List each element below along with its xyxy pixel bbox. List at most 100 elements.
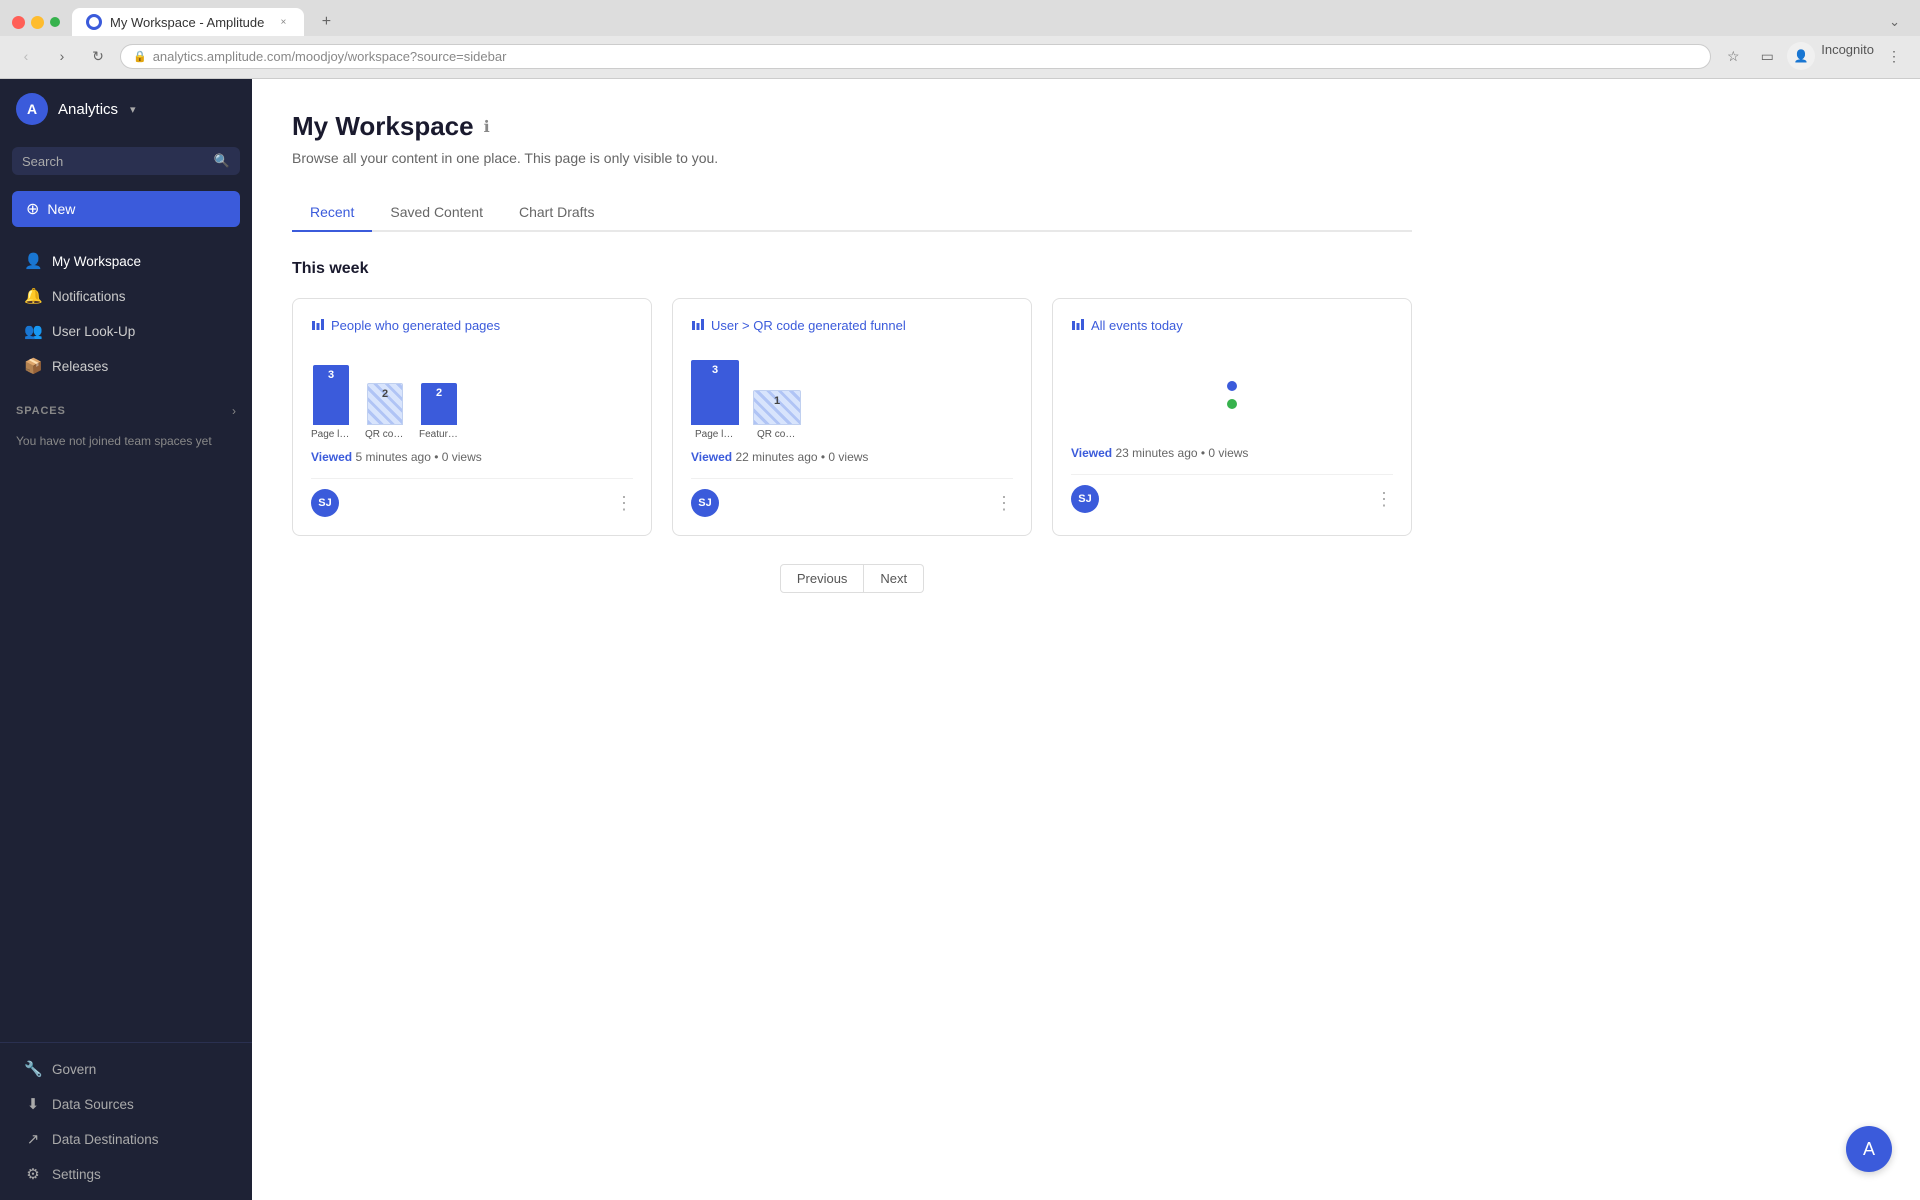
card1-more-button[interactable]: ⋮ [615,494,633,512]
spaces-label: SPACES [16,405,66,417]
card2-chart: 3 Page loaded 1 QR code generat... [691,350,1013,440]
card-qr-funnel[interactable]: User > QR code generated funnel 3 Page l… [672,298,1032,536]
card2-bar-2: 1 [753,390,801,425]
previous-button[interactable]: Previous [780,564,865,593]
sidebar-item-settings[interactable]: ⚙ Settings [8,1157,244,1191]
sidebar-app-name: Analytics [58,101,118,118]
bar-group-1: 3 Page load... [311,365,351,440]
tab-favicon [86,14,102,30]
settings-icon: ⚙ [24,1165,42,1183]
minimize-dot[interactable] [31,16,44,29]
page-title: My Workspace [292,111,474,142]
sidebar: A Analytics ▾ Search 🔍 ⊕ New 👤 My Worksp… [0,79,252,1200]
sidebar-header[interactable]: A Analytics ▾ [0,79,252,139]
sidebar-item-my-workspace[interactable]: 👤 My Workspace [8,244,244,278]
card2-bar-group-2: 1 QR code generat... [753,390,801,440]
floating-help-button[interactable]: A [1846,1126,1892,1172]
bookmark-button[interactable]: ☆ [1719,42,1747,70]
card3-more-button[interactable]: ⋮ [1375,490,1393,508]
plus-icon: ⊕ [26,199,39,219]
sidebar-item-notifications[interactable]: 🔔 Notifications [8,279,244,313]
menu-button[interactable]: ⋮ [1880,42,1908,70]
sidebar-logo: A [16,93,48,125]
new-button-label: New [47,201,75,217]
sidebar-item-govern-label: Govern [52,1062,96,1077]
info-icon[interactable]: ℹ [484,117,490,137]
page-subtitle: Browse all your content in one place. Th… [292,150,1412,166]
bar-group-3: 2 Feature p... [419,383,459,440]
reload-button[interactable]: ↻ [84,42,112,70]
spaces-expand-icon[interactable]: › [232,404,236,418]
browser-nav: ‹ › ↻ 🔒 analytics.amplitude.com/moodjoy/… [0,36,1920,78]
data-sources-icon: ⬇ [24,1095,42,1113]
sidebar-search-label: Search [22,154,206,169]
main-content: My Workspace ℹ Browse all your content i… [252,79,1920,1200]
dot-green-1 [1227,399,1237,409]
nav-actions: ☆ ▭ 👤 Incognito ⋮ [1719,42,1908,70]
card3-footer: SJ ⋮ [1071,474,1393,513]
profile-button[interactable]: 👤 [1787,42,1815,70]
forward-button[interactable]: › [48,42,76,70]
card1-avatar: SJ [311,489,339,517]
new-button[interactable]: ⊕ New [12,191,240,227]
card2-bar-1: 3 [691,360,739,425]
bar-label-3: Feature p... [419,429,459,440]
sidebar-item-user-lookup[interactable]: 👥 User Look-Up [8,314,244,348]
tab-close-button[interactable]: × [276,15,290,29]
tab-recent[interactable]: Recent [292,194,372,232]
card1-viewed: Viewed 5 minutes ago • 0 views [311,450,633,464]
card2-title: User > QR code generated funnel [691,317,1013,334]
bar-3: 2 [421,383,457,425]
card-people-generated-pages[interactable]: People who generated pages 3 Page load..… [292,298,652,536]
maximize-dot[interactable] [50,17,60,27]
tabs-row: Recent Saved Content Chart Drafts [292,194,1412,232]
search-icon: 🔍 [214,153,230,169]
lock-icon: 🔒 [133,50,147,63]
card3-chart [1071,350,1393,440]
sidebar-item-data-destinations[interactable]: ↗ Data Destinations [8,1122,244,1156]
card-all-events[interactable]: All events today Viewed 23 minutes ago •… [1052,298,1412,536]
bar-2: 2 [367,383,403,425]
card3-viewed: Viewed 23 minutes ago • 0 views [1071,446,1393,460]
sidebar-chevron-icon: ▾ [130,103,136,116]
card3-title: All events today [1071,317,1393,334]
sidebar-item-data-sources[interactable]: ⬇ Data Sources [8,1087,244,1121]
app-layout: A Analytics ▾ Search 🔍 ⊕ New 👤 My Worksp… [0,79,1920,1200]
data-destinations-icon: ↗ [24,1130,42,1148]
pagination: Previous Next [292,564,1412,593]
card2-avatar: SJ [691,489,719,517]
tab-title: My Workspace - Amplitude [110,15,264,30]
browser-titlebar: My Workspace - Amplitude × + ⌄ [0,0,1920,36]
chart-icon-2 [691,317,705,334]
releases-icon: 📦 [24,357,42,375]
browser-tab[interactable]: My Workspace - Amplitude × [72,8,304,36]
new-tab-button[interactable]: + [312,8,340,36]
card1-chart: 3 Page load... 2 QR code g... [311,350,633,440]
sidebar-item-releases-label: Releases [52,359,108,374]
dots-group [1227,381,1237,409]
next-button[interactable]: Next [864,564,924,593]
sidebar-bottom: 🔧 Govern ⬇ Data Sources ↗ Data Destinati… [0,1042,252,1200]
close-dot[interactable] [12,16,25,29]
user-lookup-icon: 👥 [24,322,42,340]
card3-avatar: SJ [1071,485,1099,513]
tab-saved-content[interactable]: Saved Content [372,194,501,232]
sidebar-search[interactable]: Search 🔍 [12,147,240,175]
person-icon: 👤 [24,252,42,270]
sidebar-item-data-sources-label: Data Sources [52,1097,134,1112]
chart-icon-3 [1071,317,1085,334]
sidebar-item-govern[interactable]: 🔧 Govern [8,1052,244,1086]
chart-icon-1 [311,317,325,334]
address-bar[interactable]: 🔒 analytics.amplitude.com/moodjoy/worksp… [120,44,1711,69]
page-title-row: My Workspace ℹ [292,111,1412,142]
back-button[interactable]: ‹ [12,42,40,70]
sidebar-item-my-workspace-label: My Workspace [52,254,141,269]
sidebar-item-settings-label: Settings [52,1167,101,1182]
sidebar-item-notifications-label: Notifications [52,289,126,304]
sidebar-item-releases[interactable]: 📦 Releases [8,349,244,383]
card2-more-button[interactable]: ⋮ [995,494,1013,512]
govern-icon: 🔧 [24,1060,42,1078]
sidebar-nav: 👤 My Workspace 🔔 Notifications 👥 User Lo… [0,235,252,392]
tab-view-button[interactable]: ▭ [1753,42,1781,70]
tab-chart-drafts[interactable]: Chart Drafts [501,194,612,232]
